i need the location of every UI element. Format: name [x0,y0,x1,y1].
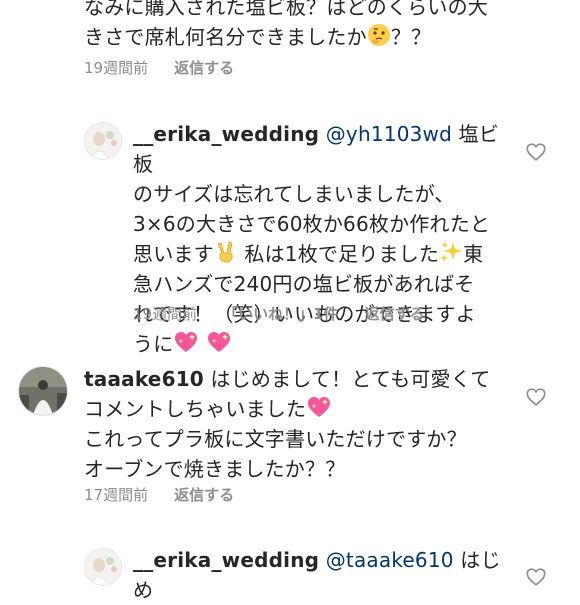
comment-text: taaake610 はじめまして！とても可愛くて コメントしちゃいました これっ… [84,364,524,484]
comment-username[interactable]: __erika_wedding [133,548,319,572]
comment-meta: 19週間前 「いいね！」1件 返信する [133,304,451,324]
comment-body: 私は1枚で足りました [237,242,440,266]
sparkles-emoji-icon [440,242,463,262]
reply-button[interactable]: 返信する [174,59,234,77]
comment-username[interactable]: taaake610 [84,367,204,391]
comment-username[interactable]: __erika_wedding [133,122,319,146]
comment-body: これってプラ板に文字書いただけですか？ オーブンで焼きましたか？？ [84,427,467,481]
reply-button[interactable]: 返信する [365,305,425,323]
comment-mention[interactable]: @yh1103wd [326,122,452,146]
heart-outline-icon[interactable] [525,386,547,408]
avatar[interactable] [84,548,122,586]
likes-count-button[interactable]: 「いいね！」1件 [223,305,338,323]
comment-time: 19週間前 [84,59,149,77]
sparkling-heart-emoji-icon [308,397,331,417]
sparkling-heart-emoji-icon [207,332,230,352]
comment-body-tail: ？？ [390,25,432,49]
heart-outline-icon[interactable] [525,141,547,163]
comment-meta: 19週間前 返信する [84,58,260,78]
thinking-emoji-icon [367,24,390,46]
sparkling-heart-emoji-icon [175,332,198,352]
comment-meta: 17週間前 返信する [84,485,260,505]
comment-text: なみに購入された塩ビ板？はどのくらいの大 きさで席札何名分できましたか？？ [84,0,554,52]
avatar[interactable] [84,122,122,160]
comment-time: 19週間前 [133,305,198,323]
heart-outline-icon[interactable] [525,566,547,588]
reply-button[interactable]: 返信する [174,486,234,504]
avatar[interactable] [18,366,68,416]
victory-hand-emoji-icon [217,241,233,263]
comment-time: 17週間前 [84,486,149,504]
comment-mention[interactable]: @taaake610 [326,548,454,572]
comment-text: __erika_wedding @taaake610 はじめ [133,545,513,605]
